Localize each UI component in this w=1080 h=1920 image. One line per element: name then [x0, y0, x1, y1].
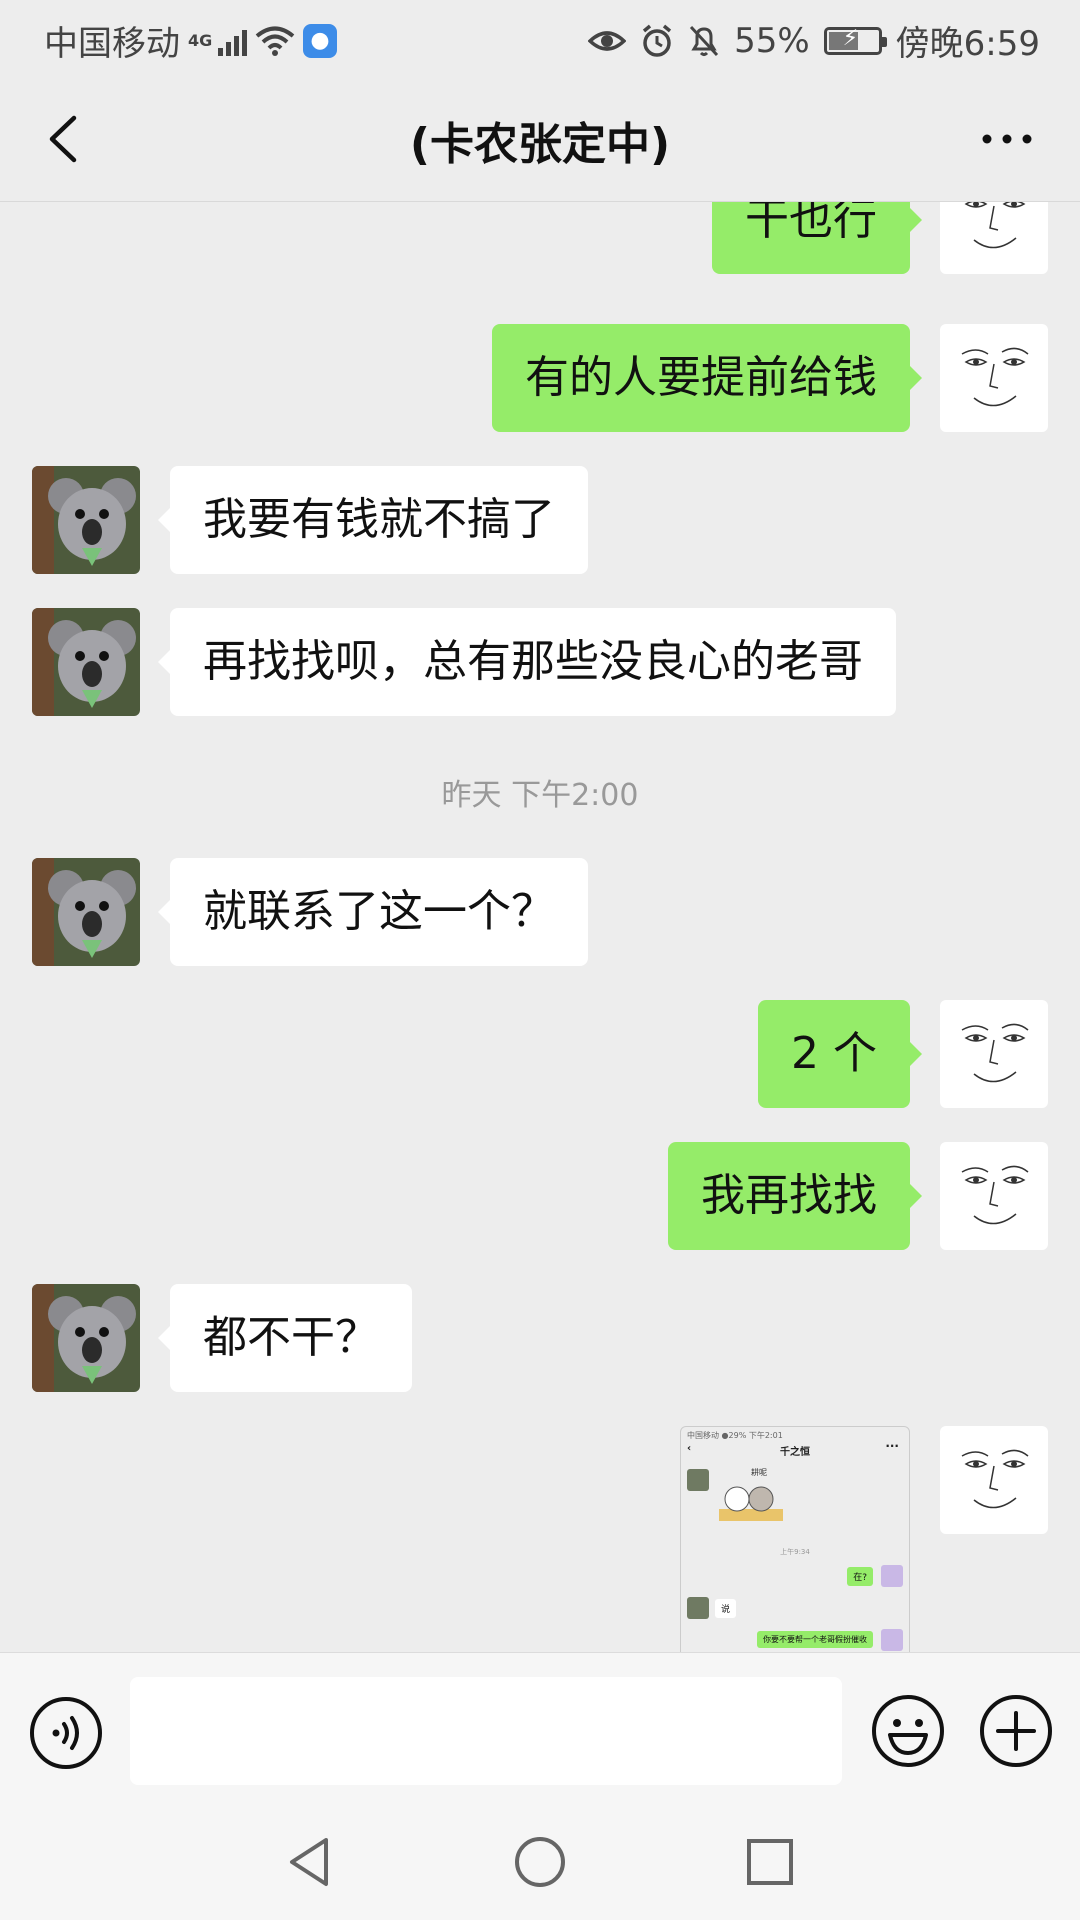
my-avatar[interactable]	[940, 1142, 1048, 1250]
message-row: 都不干？	[0, 1284, 1080, 1392]
chat-title: (卡农张定中)	[409, 119, 671, 170]
screenshot-timestamp: 上午9:34	[780, 1548, 810, 1556]
sketch-face-avatar-icon	[961, 347, 1029, 407]
app-notification-icon: ●	[303, 23, 337, 58]
message-row: 干也行	[0, 202, 1080, 274]
outgoing-message-bubble[interactable]: 我再找找	[668, 1142, 922, 1250]
message-row: 就联系了这一个？	[0, 858, 1080, 966]
message-input-bar	[0, 1652, 1080, 1800]
contact-avatar[interactable]	[32, 1284, 140, 1392]
my-avatar[interactable]	[940, 324, 1048, 432]
status-bar-right: 55% ⚡ 傍晚6:59	[588, 16, 1040, 65]
koala-avatar-icon	[32, 608, 140, 716]
koala-avatar-icon	[32, 858, 140, 966]
contact-avatar[interactable]	[32, 858, 140, 966]
message-row: 再找找呗，总有那些没良心的老哥	[0, 608, 1080, 716]
my-avatar[interactable]	[940, 202, 1048, 274]
outgoing-message-bubble[interactable]: 2 个	[758, 1000, 922, 1108]
battery-percent: 55%	[734, 20, 810, 61]
battery-icon: ⚡	[823, 25, 887, 55]
voice-icon[interactable]	[28, 1695, 104, 1771]
screenshot-outgoing-bubble: 你要不要帮一个老哥假扮催收	[757, 1631, 873, 1648]
screenshot-title: 千之恒	[780, 1447, 810, 1458]
message-input[interactable]	[130, 1677, 842, 1785]
message-row: 中国移动 ●29% 下午2:01 ‹ 千之恒 ··· 耕呢 上午9:34 在? …	[0, 1426, 1080, 1652]
screenshot-my-avatar	[881, 1629, 903, 1651]
system-navigation-bar	[0, 1800, 1080, 1920]
plus-icon[interactable]	[978, 1693, 1054, 1769]
my-avatar[interactable]	[940, 1426, 1048, 1534]
network-type-label: 4G	[188, 30, 213, 50]
message-row: 我再找找	[0, 1142, 1080, 1250]
screenshot-header: ‹ 千之恒 ···	[681, 1439, 909, 1463]
outgoing-message-bubble[interactable]: 干也行	[712, 202, 922, 274]
contact-avatar[interactable]	[32, 466, 140, 574]
screenshot-contact-avatar	[687, 1597, 709, 1619]
message-list[interactable]: 干也行 有的人要提前给钱 我要有钱就不搞了 再找找呗，总有那些没良心的老哥 昨天…	[0, 202, 1080, 1652]
message-timestamp: 昨天 下午2:00	[441, 778, 639, 813]
message-row: 2 个	[0, 1000, 1080, 1108]
sketch-face-avatar-icon	[961, 1165, 1029, 1225]
koala-avatar-icon	[32, 1284, 140, 1392]
clock: 傍晚6:59	[895, 24, 1040, 64]
alarm-icon	[642, 24, 672, 57]
sticker-text: 耕呢	[751, 1468, 767, 1477]
mute-bell-icon	[689, 25, 719, 56]
sketch-face-avatar-icon	[964, 202, 1026, 249]
incoming-message-bubble[interactable]: 我要有钱就不搞了	[158, 466, 588, 574]
screenshot-contact-avatar	[687, 1469, 709, 1491]
eye-icon	[588, 30, 627, 51]
screenshot-incoming-bubble: 说	[715, 1599, 737, 1618]
screenshot-outgoing-bubble: 在?	[847, 1567, 873, 1586]
koala-avatar-icon	[32, 466, 140, 574]
my-avatar[interactable]	[940, 1000, 1048, 1108]
screenshot-status-text: 中国移动 ●29% 下午2:01	[687, 1431, 783, 1440]
more-options-icon[interactable]	[972, 104, 1042, 174]
screenshot-more-icon: ···	[885, 1439, 899, 1453]
screenshot-image-message[interactable]: 中国移动 ●29% 下午2:01 ‹ 千之恒 ··· 耕呢 上午9:34 在? …	[680, 1426, 910, 1652]
sketch-face-avatar-icon	[961, 1449, 1029, 1509]
message-row: 有的人要提前给钱	[0, 324, 1080, 432]
sticker-cats-icon	[719, 1486, 783, 1521]
incoming-message-bubble[interactable]: 就联系了这一个？	[158, 858, 588, 966]
status-bar: 中国移动 4G ● 55% ⚡ 傍晚6:59	[0, 0, 1080, 74]
back-triangle-icon[interactable]	[280, 1832, 340, 1892]
carrier-label: 中国移动	[44, 24, 180, 64]
home-circle-icon[interactable]	[510, 1832, 570, 1892]
chat-header: (卡农张定中)	[0, 74, 1080, 202]
contact-avatar[interactable]	[32, 608, 140, 716]
charging-bolt-icon: ⚡	[842, 25, 859, 51]
sketch-face-avatar-icon	[961, 1023, 1029, 1083]
recents-square-icon[interactable]	[740, 1832, 800, 1892]
message-row: 我要有钱就不搞了	[0, 466, 1080, 574]
outgoing-message-bubble[interactable]: 有的人要提前给钱	[492, 324, 922, 432]
status-bar-left: 中国移动 4G ●	[44, 16, 337, 65]
incoming-message-bubble[interactable]: 都不干？	[158, 1284, 412, 1392]
incoming-message-bubble[interactable]: 再找找呗，总有那些没良心的老哥	[158, 608, 896, 716]
screenshot-my-avatar	[881, 1565, 903, 1587]
wifi-icon	[255, 26, 295, 56]
emoji-icon[interactable]	[870, 1693, 946, 1769]
cell-signal-icon	[218, 26, 247, 56]
screenshot-back-icon: ‹	[687, 1443, 692, 1454]
